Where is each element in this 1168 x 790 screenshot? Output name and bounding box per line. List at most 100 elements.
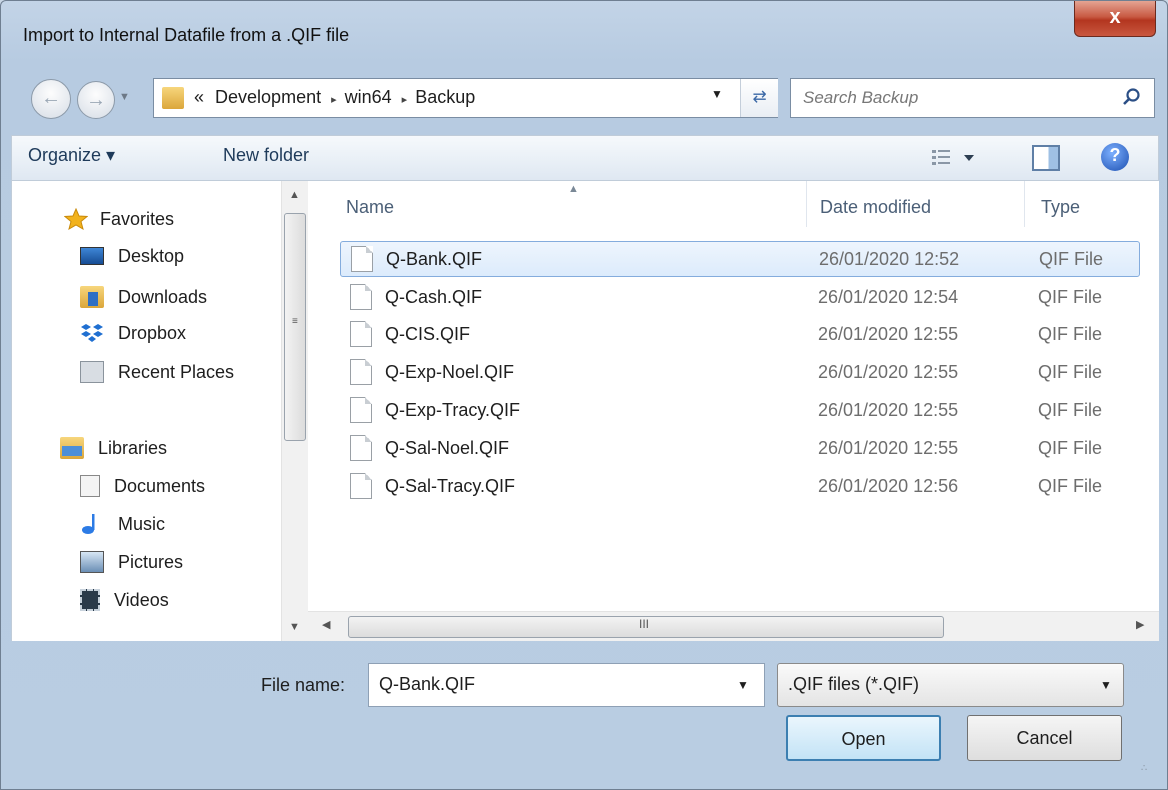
videos-icon (80, 589, 100, 611)
recent-places-icon (80, 361, 104, 383)
file-name: Q-Sal-Noel.QIF (385, 438, 510, 458)
cancel-button[interactable]: Cancel (967, 715, 1122, 761)
libraries-icon (60, 437, 84, 459)
chevron-right-icon[interactable]: ▸ (402, 94, 408, 106)
nav-downloads[interactable]: Downloads (80, 282, 207, 312)
nav-label: Documents (114, 475, 206, 496)
file-date: 26/01/2020 12:54 (818, 287, 959, 307)
open-button[interactable]: Open (786, 715, 941, 761)
file-type: QIF File (1038, 362, 1103, 382)
file-icon (350, 359, 372, 385)
nav-favorites[interactable]: Favorites (64, 204, 174, 234)
scroll-right-icon[interactable]: ▶ (1136, 618, 1144, 631)
nav-documents[interactable]: Documents (80, 471, 205, 501)
forward-button[interactable]: → (77, 81, 115, 119)
nav-label: Dropbox (118, 322, 187, 343)
file-type-value: .QIF files (*.QIF) (788, 674, 920, 694)
folder-icon (162, 87, 184, 109)
nav-label: Favorites (100, 208, 175, 229)
file-row[interactable]: Q-CIS.QIF 26/01/2020 12:55 QIF File (340, 317, 1140, 353)
file-name-field[interactable] (379, 674, 709, 695)
pictures-icon (80, 551, 104, 573)
refresh-icon: ⇄ (752, 87, 767, 106)
scroll-up-icon[interactable]: ▲ (289, 189, 300, 201)
nav-libraries[interactable]: Libraries (60, 433, 167, 463)
column-header-name[interactable]: Name (346, 197, 394, 218)
file-row[interactable]: Q-Cash.QIF 26/01/2020 12:54 QIF File (340, 280, 1140, 316)
file-name: Q-Cash.QIF (385, 287, 483, 307)
scroll-down-icon[interactable]: ▼ (289, 621, 300, 633)
organize-menu[interactable]: Organize ▾ (28, 145, 115, 166)
file-name-label: File name: (261, 675, 346, 695)
file-date: 26/01/2020 12:55 (818, 324, 959, 344)
scroll-left-icon[interactable]: ◀ (322, 618, 330, 631)
file-row[interactable]: Q-Bank.QIF 26/01/2020 12:52 QIF File (340, 241, 1140, 277)
file-list-scrollbar[interactable]: ◀ III ▶ (308, 611, 1159, 641)
column-divider[interactable] (806, 181, 807, 227)
chevron-right-icon[interactable]: ▸ (331, 94, 337, 106)
arrow-left-icon: ← (41, 87, 61, 109)
close-button[interactable]: x (1074, 1, 1156, 37)
address-dropdown-icon[interactable]: ▼ (711, 87, 723, 101)
nav-label: Downloads (118, 286, 208, 307)
address-bar[interactable]: « Development ▸ win64 ▸ Backup ▼ ⇄ (153, 78, 778, 118)
grip-icon: ≡ (292, 316, 298, 327)
breadcrumb-win64[interactable]: win64 (345, 87, 392, 107)
search-icon[interactable] (1122, 87, 1142, 107)
search-box[interactable] (790, 78, 1155, 118)
column-header-type[interactable]: Type (1041, 197, 1080, 218)
column-divider[interactable] (1024, 181, 1025, 227)
nav-pictures[interactable]: Pictures (80, 547, 183, 577)
breadcrumb-backup[interactable]: Backup (415, 87, 475, 107)
file-icon (350, 473, 372, 499)
file-row[interactable]: Q-Exp-Tracy.QIF 26/01/2020 12:55 QIF Fil… (340, 393, 1140, 429)
file-icon (350, 435, 372, 461)
back-button[interactable]: ← (31, 79, 71, 119)
recent-pages-dropdown[interactable]: ▼ (119, 91, 130, 103)
new-folder-button[interactable]: New folder (223, 145, 309, 166)
breadcrumb-overflow[interactable]: « (194, 87, 204, 107)
nav-dropbox[interactable]: Dropbox (80, 318, 186, 348)
arrow-right-icon: → (86, 89, 106, 111)
file-name-combo[interactable]: ▼ (368, 663, 765, 707)
sort-ascending-icon: ▲ (568, 183, 579, 195)
close-icon: x (1109, 6, 1121, 28)
breadcrumb-development[interactable]: Development (215, 87, 321, 107)
nav-label: Pictures (118, 551, 184, 572)
preview-pane-icon[interactable] (1032, 145, 1060, 171)
nav-pane-scrollbar[interactable]: ▲ ≡ ▼ (281, 181, 308, 641)
change-view-icon[interactable] (930, 146, 978, 170)
file-type: QIF File (1039, 249, 1104, 269)
file-row[interactable]: Q-Sal-Tracy.QIF 26/01/2020 12:56 QIF Fil… (340, 469, 1140, 505)
documents-icon (80, 475, 100, 497)
file-row[interactable]: Q-Sal-Noel.QIF 26/01/2020 12:55 QIF File (340, 431, 1140, 467)
file-name: Q-CIS.QIF (385, 324, 470, 344)
file-row[interactable]: Q-Exp-Noel.QIF 26/01/2020 12:55 QIF File (340, 355, 1140, 391)
file-date: 26/01/2020 12:52 (819, 249, 960, 269)
scrollbar-thumb[interactable]: III (348, 616, 944, 638)
nav-desktop[interactable]: Desktop (80, 241, 184, 271)
file-date: 26/01/2020 12:56 (818, 476, 959, 496)
file-type: QIF File (1038, 287, 1103, 307)
search-input[interactable] (803, 87, 1103, 109)
file-icon (350, 397, 372, 423)
file-name: Q-Exp-Noel.QIF (385, 362, 515, 382)
resize-grip-icon[interactable]: ∴ (1141, 763, 1147, 774)
file-name: Q-Bank.QIF (386, 249, 483, 269)
chevron-down-icon[interactable]: ▼ (737, 678, 749, 692)
nav-music[interactable]: Music (80, 509, 165, 539)
music-icon (82, 514, 95, 534)
refresh-button[interactable]: ⇄ (740, 79, 778, 117)
scrollbar-thumb[interactable]: ≡ (284, 213, 306, 441)
help-icon[interactable]: ? (1101, 143, 1129, 171)
file-type-select[interactable]: .QIF files (*.QIF) ▼ (777, 663, 1124, 707)
file-type: QIF File (1038, 476, 1103, 496)
column-header-date[interactable]: Date modified (820, 197, 931, 218)
file-name: Q-Sal-Tracy.QIF (385, 476, 515, 496)
dialog-window: Import to Internal Datafile from a .QIF … (0, 0, 1168, 790)
nav-recent-places[interactable]: Recent Places (80, 357, 234, 387)
file-date: 26/01/2020 12:55 (818, 438, 959, 458)
nav-videos[interactable]: Videos (80, 585, 169, 615)
star-icon (64, 208, 88, 230)
file-icon (350, 284, 372, 310)
